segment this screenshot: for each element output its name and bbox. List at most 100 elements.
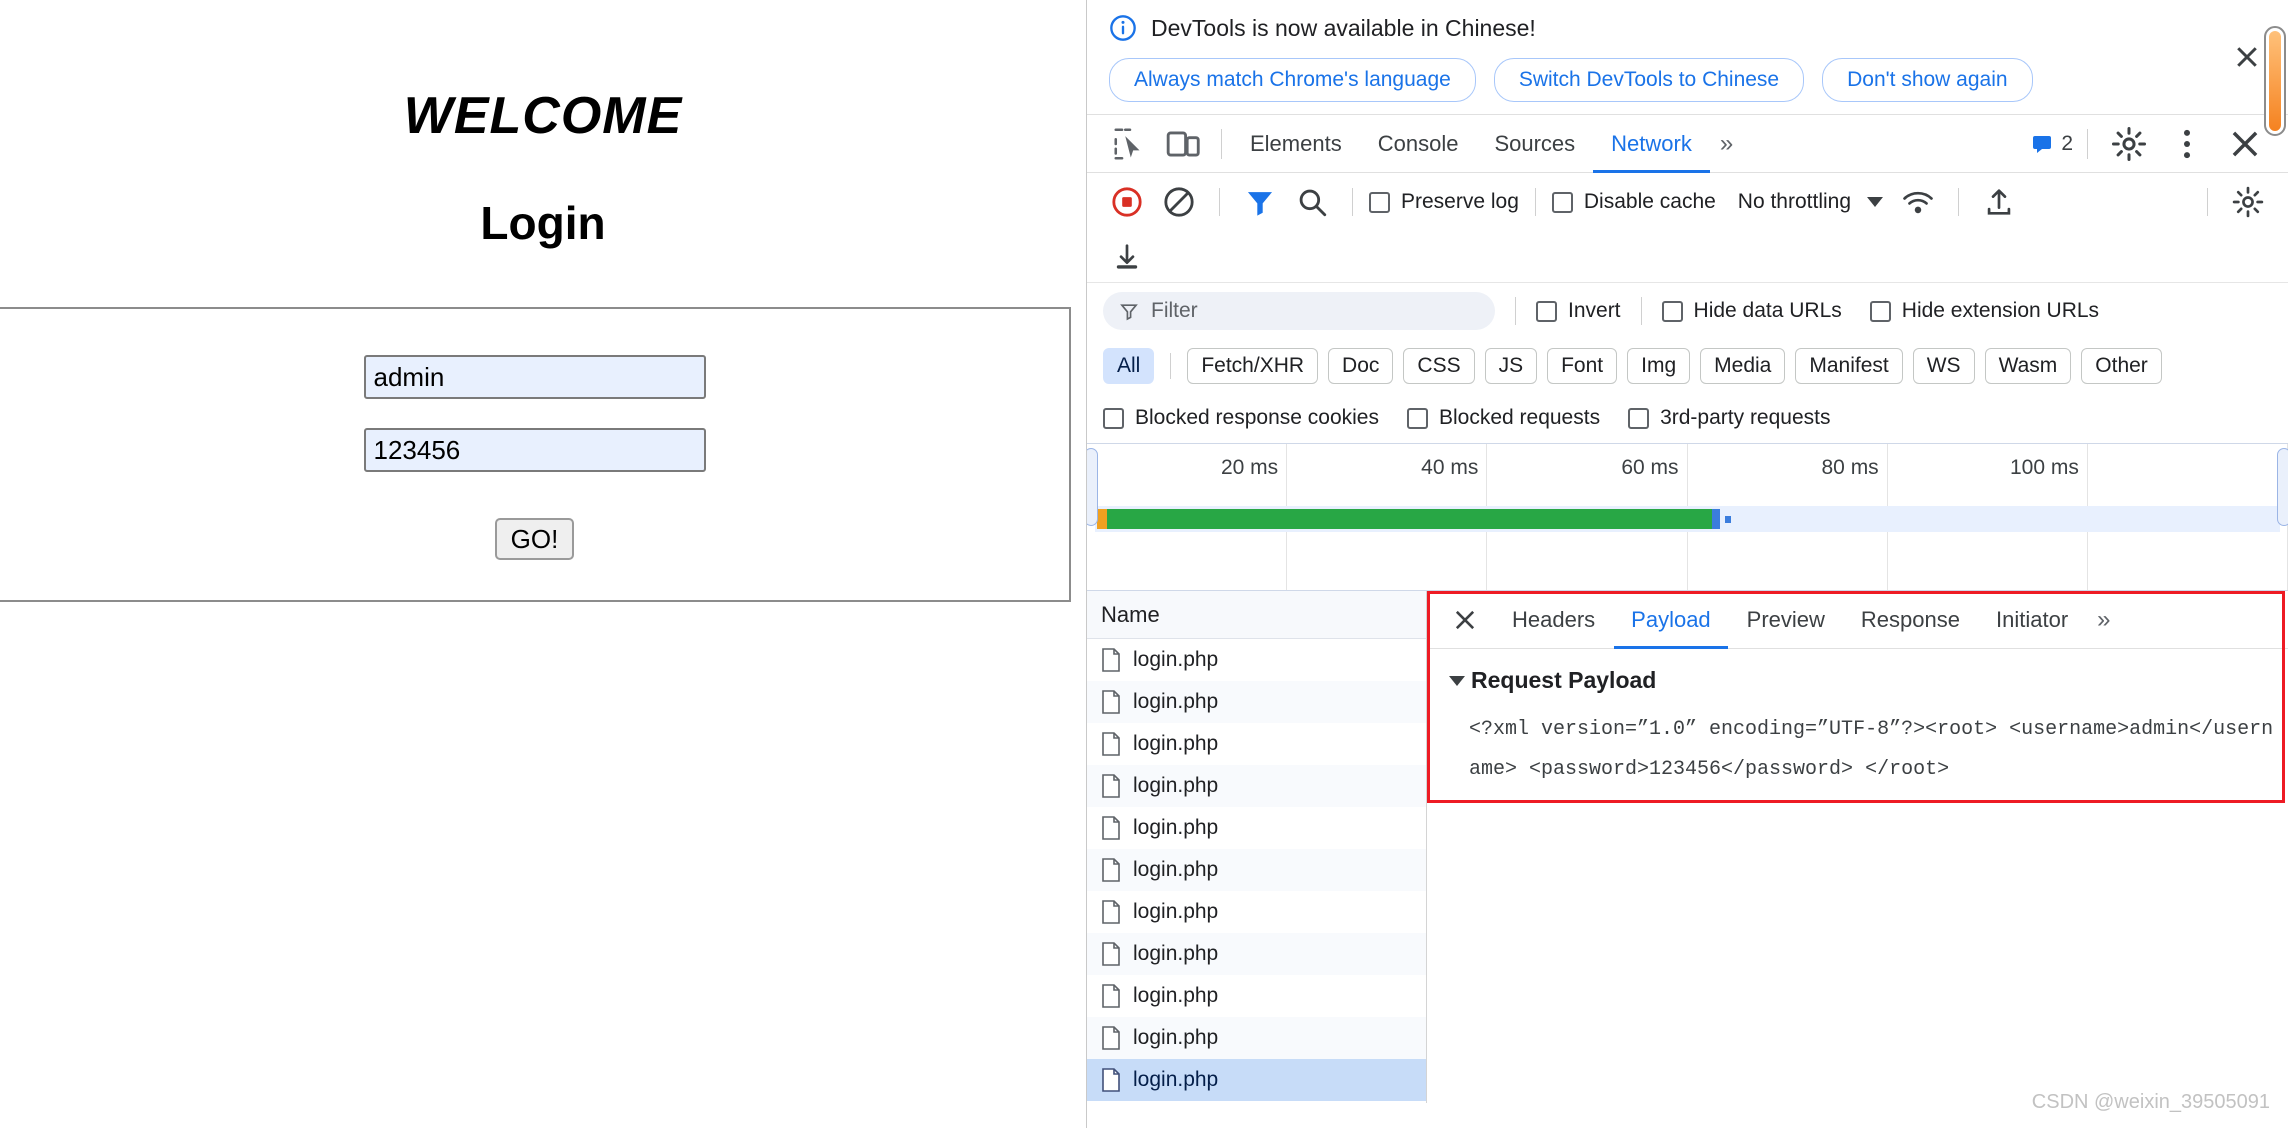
close-icon[interactable] [2232, 42, 2262, 72]
network-settings-gear-icon[interactable] [2231, 185, 2265, 219]
gear-icon[interactable] [2110, 125, 2148, 163]
import-har-icon[interactable] [1982, 185, 2016, 219]
blocked-requests-checkbox[interactable]: Blocked requests [1407, 406, 1600, 430]
invert-checkbox[interactable]: Invert [1536, 299, 1621, 323]
request-name: login.php [1133, 690, 1218, 714]
type-filter-wasm[interactable]: Wasm [1985, 348, 2072, 384]
more-tabs-icon[interactable]: » [1710, 130, 1743, 158]
triangle-down-icon [1449, 676, 1465, 686]
type-filter-manifest[interactable]: Manifest [1795, 348, 1902, 384]
export-har-icon[interactable] [1110, 240, 1144, 274]
detail-tab-initiator[interactable]: Initiator [1979, 591, 2085, 649]
info-icon [1109, 14, 1137, 42]
disable-cache-checkbox[interactable]: Disable cache [1552, 190, 1716, 214]
type-filter-font[interactable]: Font [1547, 348, 1617, 384]
document-icon [1101, 858, 1121, 882]
password-input[interactable] [364, 428, 706, 472]
table-row[interactable]: login.php [1087, 849, 1426, 891]
type-filter-all[interactable]: All [1103, 348, 1154, 384]
table-row[interactable]: login.php [1087, 891, 1426, 933]
document-icon [1101, 942, 1121, 966]
type-filter-js[interactable]: JS [1485, 348, 1538, 384]
request-list-column-header[interactable]: Name [1087, 591, 1426, 639]
type-filter-css[interactable]: CSS [1403, 348, 1474, 384]
hide-data-urls-checkbox[interactable]: Hide data URLs [1662, 299, 1842, 323]
username-input[interactable] [364, 355, 706, 399]
inspect-element-icon[interactable] [1111, 125, 1149, 163]
timeline-tick: 40 ms [1421, 456, 1478, 480]
device-toolbar-icon[interactable] [1165, 125, 1203, 163]
type-filter-img[interactable]: Img [1627, 348, 1690, 384]
go-button[interactable]: GO! [495, 518, 575, 560]
tab-console[interactable]: Console [1360, 115, 1477, 173]
close-devtools-icon[interactable] [2226, 125, 2264, 163]
detail-tab-response[interactable]: Response [1844, 591, 1977, 649]
type-filter-other[interactable]: Other [2081, 348, 2162, 384]
blocked-response-cookies-checkbox[interactable]: Blocked response cookies [1103, 406, 1379, 430]
request-bar-tail [1725, 516, 1731, 523]
table-row[interactable]: login.php [1087, 807, 1426, 849]
checkbox-box[interactable] [1628, 408, 1649, 429]
type-filter-fetch-xhr[interactable]: Fetch/XHR [1187, 348, 1318, 384]
blocked-response-cookies-label: Blocked response cookies [1135, 406, 1379, 430]
timeline-handle-left[interactable] [1087, 448, 1098, 526]
tab-elements[interactable]: Elements [1232, 115, 1360, 173]
search-icon[interactable] [1295, 185, 1329, 219]
timeline-handle-right[interactable] [2277, 448, 2288, 526]
detail-tab-preview[interactable]: Preview [1730, 591, 1842, 649]
throttling-select[interactable]: No throttling [1738, 190, 1883, 214]
checkbox-box[interactable] [1407, 408, 1428, 429]
detail-tabbar: Headers Payload Preview Response Initiat… [1427, 591, 2288, 649]
table-row[interactable]: login.php [1087, 765, 1426, 807]
request-name: login.php [1133, 732, 1218, 756]
filter-icon[interactable] [1243, 185, 1277, 219]
table-row[interactable]: login.php [1087, 723, 1426, 765]
dont-show-again-button[interactable]: Don't show again [1822, 58, 2032, 102]
table-row[interactable]: login.php [1087, 975, 1426, 1017]
scrollbar-thumb[interactable] [2264, 26, 2286, 136]
clear-icon[interactable] [1162, 185, 1196, 219]
tab-network[interactable]: Network [1593, 115, 1710, 173]
close-detail-icon[interactable] [1451, 606, 1479, 634]
document-icon [1101, 984, 1121, 1008]
network-conditions-icon[interactable] [1901, 185, 1935, 219]
checkbox-box[interactable] [1536, 301, 1557, 322]
more-detail-tabs-icon[interactable]: » [2087, 606, 2120, 634]
document-icon [1101, 774, 1121, 798]
screen: WELCOME Login GO! DevTools is now availa… [0, 0, 2288, 1128]
hide-extension-urls-checkbox[interactable]: Hide extension URLs [1870, 299, 2099, 323]
timeline-tick: 20 ms [1221, 456, 1278, 480]
checkbox-box[interactable] [1552, 192, 1573, 213]
message-count-badge[interactable]: 2 [2030, 132, 2073, 156]
record-stop-icon[interactable] [1110, 185, 1144, 219]
table-row[interactable]: login.php [1087, 681, 1426, 723]
preserve-log-label: Preserve log [1401, 190, 1519, 214]
preserve-log-checkbox[interactable]: Preserve log [1369, 190, 1519, 214]
invert-label: Invert [1568, 299, 1621, 323]
checkbox-box[interactable] [1662, 301, 1683, 322]
checkbox-box[interactable] [1870, 301, 1891, 322]
always-match-language-button[interactable]: Always match Chrome's language [1109, 58, 1476, 102]
table-row[interactable]: login.php [1087, 1017, 1426, 1059]
filter-input[interactable]: Filter [1103, 292, 1495, 330]
table-row[interactable]: login.php [1087, 1059, 1426, 1101]
table-row[interactable]: login.php [1087, 933, 1426, 975]
tab-sources[interactable]: Sources [1476, 115, 1593, 173]
third-party-requests-label: 3rd-party requests [1660, 406, 1830, 430]
third-party-requests-checkbox[interactable]: 3rd-party requests [1628, 406, 1830, 430]
type-filter-ws[interactable]: WS [1913, 348, 1975, 384]
devtools-tabbar: Elements Console Sources Network » 2 [1087, 115, 2288, 173]
type-filter-doc[interactable]: Doc [1328, 348, 1393, 384]
network-toolbar-second-row [1087, 231, 2288, 283]
checkbox-box[interactable] [1103, 408, 1124, 429]
table-row[interactable]: login.php [1087, 639, 1426, 681]
switch-devtools-chinese-button[interactable]: Switch DevTools to Chinese [1494, 58, 1804, 102]
more-options-icon[interactable] [2168, 125, 2206, 163]
detail-tab-payload[interactable]: Payload [1614, 591, 1728, 649]
browser-page-content: WELCOME Login GO! [0, 0, 1086, 1128]
type-filter-media[interactable]: Media [1700, 348, 1785, 384]
request-payload-section[interactable]: Request Payload [1449, 667, 2288, 694]
detail-tab-headers[interactable]: Headers [1495, 591, 1612, 649]
checkbox-box[interactable] [1369, 192, 1390, 213]
network-overview-timeline[interactable]: 20 ms 40 ms 60 ms 80 ms 100 ms [1087, 443, 2288, 591]
